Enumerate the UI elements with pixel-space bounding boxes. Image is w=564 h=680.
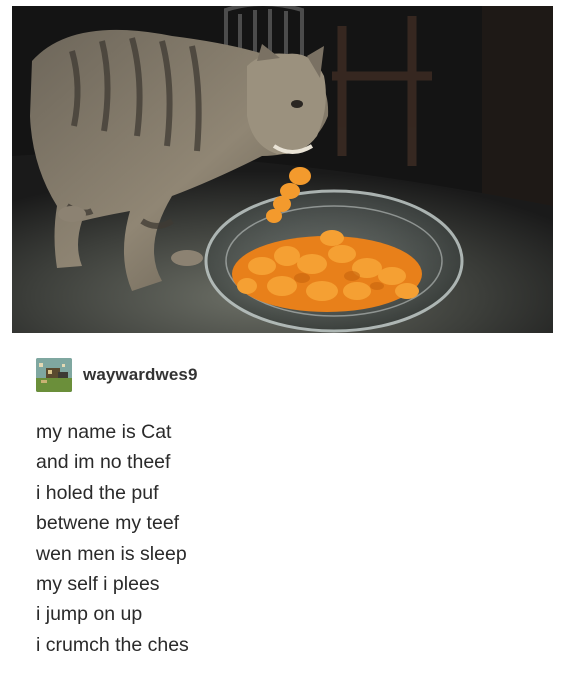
poem-line: and im no theef xyxy=(36,451,171,474)
cat-eating-cheese-puffs-image xyxy=(12,6,553,333)
pixel-art-avatar-icon[interactable] xyxy=(36,358,72,392)
poem-line: my self i plees xyxy=(36,573,160,596)
post-text: my name is Cat and im no theef i holed t… xyxy=(36,417,189,660)
username[interactable]: waywardwes9 xyxy=(83,365,198,385)
poem-line: i holed the puf xyxy=(36,481,159,504)
poem-line: i crumch the ches xyxy=(36,633,189,656)
poem-line: wen men is sleep xyxy=(36,542,187,565)
poem-line: betwene my teef xyxy=(36,512,180,535)
post-header: waywardwes9 xyxy=(36,358,198,392)
poem-line: my name is Cat xyxy=(36,421,172,443)
poem-line: i jump on up xyxy=(36,603,143,626)
post-photo xyxy=(12,6,553,333)
